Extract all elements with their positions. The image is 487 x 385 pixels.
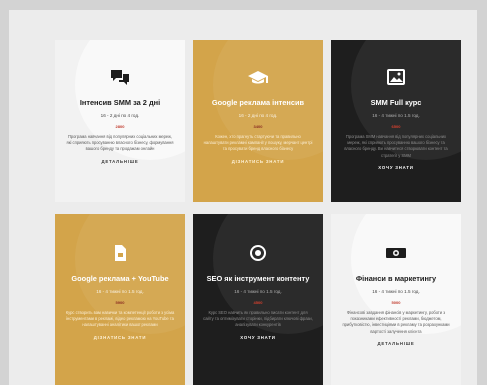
course-card-seo[interactable]: SEO як інструмент контенту 16 - 4 тижні …: [193, 214, 323, 385]
course-description: Курс SEO навчить як правильно писати кон…: [203, 310, 313, 328]
course-duration: 16 - 4 тижні по 1.5 год.: [234, 289, 282, 294]
course-card-google-youtube[interactable]: Google реклама + YouTube 16 - 4 тижні по…: [55, 214, 185, 385]
course-description: Фінансові завдання фінансів у маркетингу…: [342, 310, 450, 334]
course-duration: 16 - 4 тижні по 1.5 год.: [96, 289, 144, 294]
course-description: Програма SMM навчання від популярних соц…: [344, 134, 448, 158]
course-price: 6500: [391, 124, 401, 129]
learn-more-link[interactable]: ДІЗНАТИСЬ ЗНАТИ: [232, 159, 284, 164]
course-title: Google реклама + YouTube: [71, 274, 169, 283]
courses-grid: Інтенсив SMM за 2 дні 16 - 2 дні по 4 го…: [55, 40, 461, 385]
course-card-smm-full[interactable]: SMM Full курс 16 - 4 тижні по 1.5 год. 6…: [331, 40, 461, 202]
want-to-know-link[interactable]: ХОЧУ ЗНАТИ: [378, 165, 413, 170]
course-title: SEO як інструмент контенту: [206, 274, 310, 283]
course-title: Інтенсив SMM за 2 дні: [79, 98, 161, 107]
money-icon: [386, 248, 406, 258]
course-description: Курс створить вам навички та компетенції…: [65, 310, 175, 328]
details-link[interactable]: ДЕТАЛЬНІШЕ: [101, 159, 138, 164]
image-icon: [387, 69, 405, 85]
target-icon: [250, 245, 266, 261]
course-price: 5900: [115, 300, 125, 305]
course-description: Програма навчання від популярних соціаль…: [66, 134, 174, 152]
course-description: Кожен, хто прагнуть стартуючи та правиль…: [203, 134, 313, 152]
course-card-google-ads-intensive[interactable]: Google реклама інтенсив 16 - 2 дні по 4 …: [193, 40, 323, 202]
course-duration: 16 - 2 дні по 4 год.: [238, 113, 278, 118]
course-card-smm-intensive[interactable]: Інтенсив SMM за 2 дні 16 - 2 дні по 4 го…: [55, 40, 185, 202]
course-price: 4500: [253, 300, 263, 305]
document-icon: [115, 245, 126, 261]
chat-bubbles-icon: [111, 70, 129, 85]
course-price: 3400: [253, 124, 263, 129]
course-duration: 16 - 4 тижні по 1.5 год.: [372, 113, 420, 118]
graduation-cap-icon: [248, 71, 268, 84]
course-title: Фінанси в маркетингу: [355, 274, 437, 283]
course-title: Google реклама інтенсив: [211, 98, 305, 107]
course-price: 2800: [115, 124, 125, 129]
course-price: 5000: [391, 300, 401, 305]
learn-more-link[interactable]: ДІЗНАТИСЬ ЗНАТИ: [94, 335, 146, 340]
want-to-know-link[interactable]: ХОЧУ ЗНАТИ: [240, 335, 275, 340]
details-link[interactable]: ДЕТАЛЬНІШЕ: [377, 341, 414, 346]
course-duration: 16 - 2 дні по 4 год.: [100, 113, 140, 118]
course-card-finance-marketing[interactable]: Фінанси в маркетингу 16 - 4 тижні по 1.5…: [331, 214, 461, 385]
course-title: SMM Full курс: [370, 98, 422, 107]
course-duration: 16 - 4 тижні по 1.5 год.: [372, 289, 420, 294]
